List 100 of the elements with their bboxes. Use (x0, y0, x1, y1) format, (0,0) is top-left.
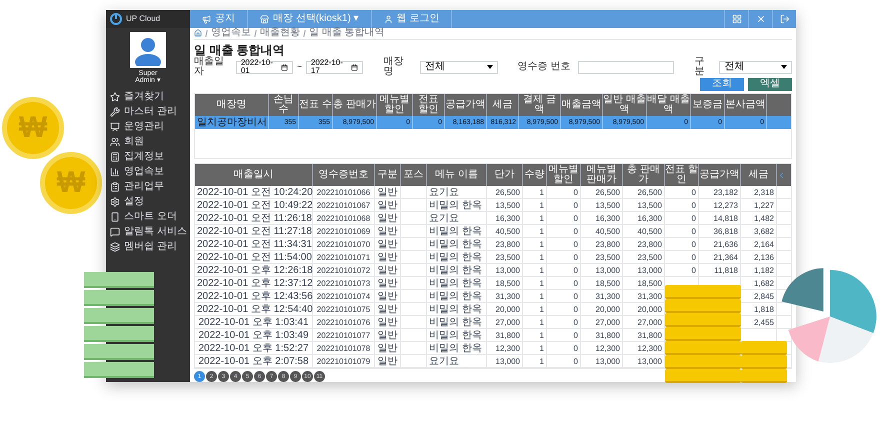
sidebar-item[interactable]: 즐겨찾기 (106, 90, 190, 105)
table-cell: 1 (523, 303, 547, 315)
store-icon (260, 14, 269, 24)
table-cell: 23,800 (487, 238, 523, 250)
table-cell: 일반 (375, 303, 401, 315)
search-button[interactable]: 조회 (700, 78, 744, 91)
receipt-field[interactable] (578, 60, 674, 74)
calendar-icon (351, 64, 358, 71)
table-cell: 2022-10-01 오후 1:03:41 (195, 316, 313, 328)
calculator-icon (110, 152, 120, 162)
date-field[interactable]: 2022-10-01 (236, 60, 294, 74)
table-cell: 40,500 (623, 225, 665, 237)
table-cell: 13,500 (623, 199, 665, 211)
table-cell: 2022-10-01 오전 11:34:31 (195, 238, 313, 250)
sidebar-item[interactable]: 운영관리 (106, 120, 190, 135)
table-cell: 일반 (375, 264, 401, 276)
table-cell: 20,000 (581, 303, 623, 315)
table-cell: 일반 (375, 212, 401, 224)
table-cell: 23,800 (581, 238, 623, 250)
sidebar-item[interactable]: 멤버쉽 관리 (106, 240, 190, 255)
table-cell: 1 (523, 238, 547, 250)
table-cell: 31,800 (581, 329, 623, 341)
table-cell: 12,300 (487, 342, 523, 354)
breadcrumb-item[interactable]: 일 매출 통합내역 (309, 28, 385, 38)
sidebar-item[interactable]: 알림톡 서비스 (106, 224, 190, 240)
bar-chart-icon (110, 167, 120, 178)
users-icon (110, 137, 120, 148)
table-cell: 202210101075 (313, 303, 375, 315)
table-cell: 1 (523, 316, 547, 328)
table-cell: 11,818 (699, 264, 741, 276)
table-cell: 비밀의 한옥 (427, 342, 487, 354)
table-cell: 16,300 (623, 212, 665, 224)
table-cell: 2022-10-01 오전 10:24:20 (195, 186, 313, 198)
table-cell: 13,000 (581, 264, 623, 276)
sidebar-item[interactable]: 관리업무 (106, 180, 190, 195)
table-cell: 2022-10-01 오후 12:43:56 (195, 290, 313, 302)
sidebar-item[interactable]: 스마트 오더 (106, 210, 190, 225)
table-cell: 31,800 (487, 329, 523, 341)
chat-icon (110, 227, 120, 238)
column-header: 공급가액 (699, 164, 741, 186)
table-cell: 12,273 (699, 199, 741, 211)
table-cell: 요기요 (427, 186, 487, 198)
calendar-icon (281, 64, 288, 71)
settings-icon (110, 197, 120, 208)
table-cell: 일반 (375, 186, 401, 198)
presentation-icon (110, 122, 120, 132)
sidebar-item[interactable]: 영업속보 (106, 164, 190, 180)
table-cell: 일치공마장비서 (195, 116, 269, 129)
table-cell: 일반 (375, 238, 401, 250)
excel-button[interactable]: 엑셀 (748, 78, 792, 91)
column-header: 구분 (375, 164, 401, 186)
sidebar-item[interactable]: 마스터 관리 (106, 104, 190, 120)
table-cell: 23,500 (487, 251, 523, 263)
table-cell: 0 (547, 212, 581, 224)
table-cell: 202210101079 (313, 355, 375, 367)
table-cell: 비밀의 한옥 (427, 251, 487, 263)
table-cell: 202210101067 (313, 199, 375, 211)
table-cell: 27,000 (581, 316, 623, 328)
table-cell: 2022-10-01 오전 11:27:18 (195, 225, 313, 237)
table-cell: 일반 (375, 225, 401, 237)
sidebar-item[interactable]: 회원 (106, 134, 190, 150)
filter-label: 매장명 (383, 57, 404, 78)
breadcrumb-item[interactable]: 매출현황 (260, 28, 300, 38)
table-cell: 12,300 (581, 342, 623, 354)
table-cell: 1 (523, 355, 547, 367)
table-cell: 23,500 (581, 251, 623, 263)
table-cell: 2022-10-01 오전 11:26:18 (195, 212, 313, 224)
table-cell: 0 (547, 277, 581, 289)
date-field[interactable]: 2022-10-17 (306, 60, 364, 74)
table-cell: 20,000 (487, 303, 523, 315)
table-cell: 202210101076 (313, 316, 375, 328)
logo-icon (110, 13, 122, 25)
table-cell: 0 (547, 355, 581, 367)
exit-icon (780, 14, 790, 24)
sidebar-item[interactable]: 설정 (106, 194, 190, 210)
table-cell: 2022-10-01 오전 10:49:22 (195, 199, 313, 211)
scroll-left-icon[interactable] (777, 170, 786, 180)
table-cell: 2,318 (741, 186, 777, 198)
type-select[interactable]: 전체 (719, 60, 792, 74)
table-cell: 0 (547, 329, 581, 341)
table-cell: 0 (547, 199, 581, 211)
breadcrumb-item[interactable]: 영업속보 (211, 28, 251, 38)
table-cell: 2022-10-01 오전 11:54:00 (195, 251, 313, 263)
table-cell: 1,182 (741, 264, 777, 276)
brand-name: UP Cloud (126, 13, 160, 25)
table-cell: 비밀의 한옥 (427, 303, 487, 315)
table-cell: 2022-10-01 오후 2:07:58 (195, 355, 313, 367)
table-cell: 비밀의 한옥 (427, 277, 487, 289)
table-cell: 0 (547, 290, 581, 302)
sidebar-item[interactable]: 집계정보 (106, 150, 190, 165)
store-select[interactable]: 전체 (420, 60, 498, 74)
table-cell: 31,300 (487, 290, 523, 302)
column-header: 메뉴별 판매가 (581, 164, 623, 186)
table-cell: 0 (547, 225, 581, 237)
table-cell: 1 (523, 225, 547, 237)
table-cell: 일반 (375, 277, 401, 289)
table-cell: 비밀의 한옥 (427, 329, 487, 341)
table-cell: 40,500 (487, 225, 523, 237)
table-cell: 23,800 (623, 238, 665, 250)
table-cell: 202210101078 (313, 342, 375, 354)
